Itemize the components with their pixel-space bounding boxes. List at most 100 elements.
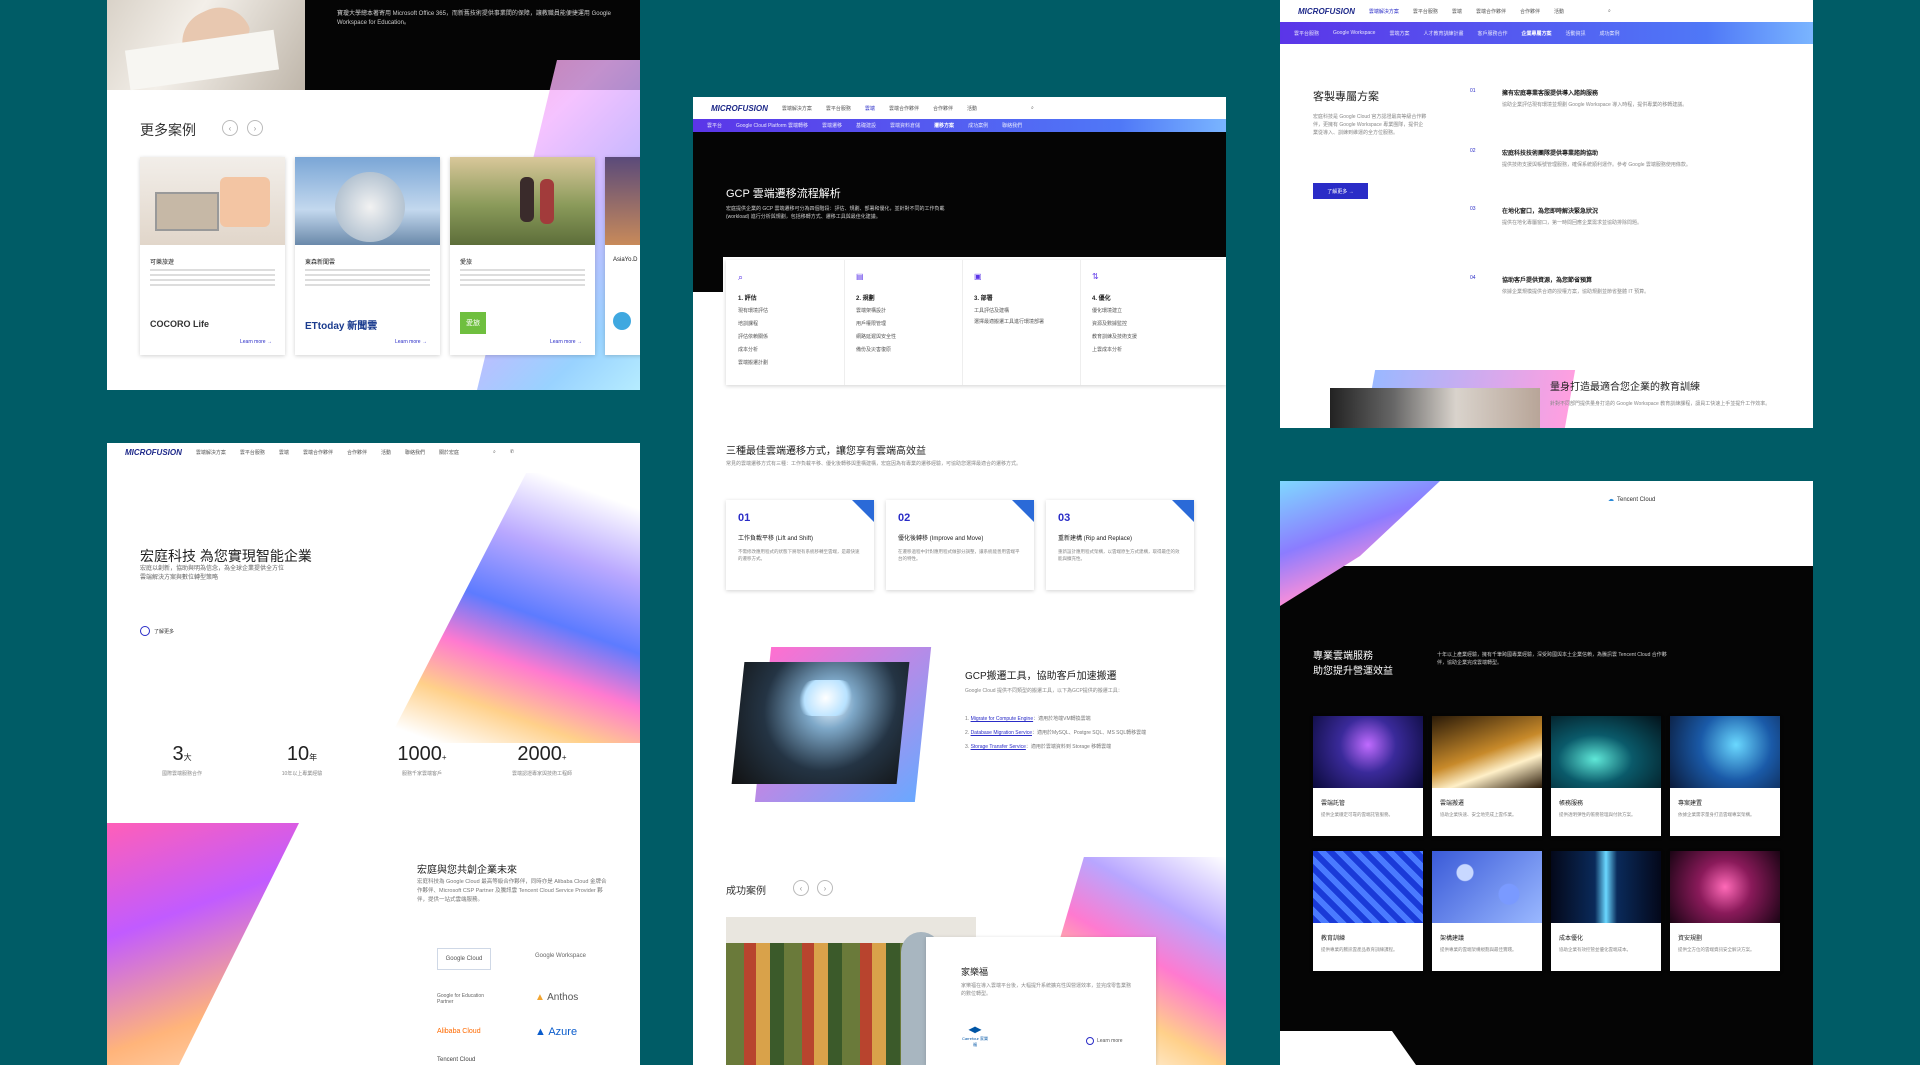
case-card[interactable]: AsiaYo.D	[605, 157, 640, 355]
search-icon[interactable]: ⌕	[493, 449, 496, 455]
subnav-item[interactable]: 雲平台	[707, 122, 722, 129]
service-title: 教育訓練	[1321, 936, 1346, 942]
nav-item[interactable]: 雲平台服務	[240, 449, 265, 456]
subnav-item[interactable]: 雲端方案	[1389, 30, 1409, 37]
step-column: ▤ 2. 規劃 雲端架構設計 用戶權限管理 網路延遲與安全性 備份及災害復原	[844, 260, 963, 385]
method-number: 01	[738, 512, 751, 524]
partner-logo-workspace: Google Workspace	[535, 953, 586, 959]
feature-number: 02	[1470, 148, 1476, 154]
nav-item[interactable]: 雲端	[865, 105, 875, 112]
partner-logo-azure: ▲ Azure	[535, 1026, 578, 1038]
subnav-item[interactable]: 活動資訊	[1566, 30, 1586, 37]
subnav-item[interactable]: 成功案例	[1600, 30, 1620, 37]
method-card[interactable]: 03 重新建構 (Rip and Replace) 重新設計應用程式架構，以雲端…	[1046, 500, 1194, 590]
nav-item[interactable]: 合作夥伴	[347, 449, 367, 456]
tool-link[interactable]: Database Migration Service	[971, 730, 1032, 736]
brand-logo[interactable]: MICROFUSION	[1298, 7, 1355, 16]
tool-link[interactable]: Storage Transfer Service	[971, 744, 1026, 750]
search-icon[interactable]: ⌕	[1031, 105, 1034, 111]
subnav-item[interactable]: 遷移方案	[934, 122, 954, 129]
nav-item[interactable]: 雲端解決方案	[196, 449, 226, 456]
stat-number: 2000	[517, 743, 562, 765]
subnav-item[interactable]: 客戶服務合作	[1477, 30, 1507, 37]
stat-unit: 大	[183, 753, 192, 762]
feature-number: 04	[1470, 275, 1476, 281]
brand-logo[interactable]: MICROFUSION	[711, 104, 768, 113]
learn-more-link[interactable]: Learn more →	[395, 339, 427, 345]
subnav-item[interactable]: 成功案例	[968, 122, 988, 129]
service-image	[1313, 716, 1423, 788]
service-card[interactable]: 成本優化 協助企業有效控管並優化雲端成本。	[1551, 851, 1661, 971]
brand-logo[interactable]: MICROFUSION	[125, 448, 182, 457]
service-card[interactable]: 資安規劃 提供全方位的雲端資訊安全解決方案。	[1670, 851, 1780, 971]
method-card[interactable]: 02 優化後轉移 (Improve and Move) 在遷移過程中針對應用程式…	[886, 500, 1034, 590]
feature-item: 02 宏庭科技技術團隊提供專業諮詢協助 提供技術支援與帳號管理服務，確保系統順利…	[1470, 148, 1790, 169]
service-card[interactable]: 專案建置 依據企業需求量身打造雲端專案架構。	[1670, 716, 1780, 836]
nav-item[interactable]: 雲端合作夥伴	[1476, 8, 1506, 15]
case-card[interactable]: 家樂福 家樂福在導入雲端平台後，大幅提升系統擴充性與營運效率，並完成零售業務的數…	[926, 937, 1156, 1065]
service-card[interactable]: 雲端託管 提供企業穩定可靠的雲端託管服務。	[1313, 716, 1423, 836]
service-title: 帳務服務	[1559, 801, 1584, 807]
learn-more-button[interactable]: 了解更多 →	[1313, 183, 1368, 199]
nav-item[interactable]: 聯絡我們	[405, 449, 425, 456]
deploy-icon: ▣	[974, 272, 982, 281]
nav-item[interactable]: 活動	[381, 449, 391, 456]
nav-item[interactable]: 雲端	[1452, 8, 1462, 15]
sub-nav: 雲平台 Google Cloud Platform 雲端轉移 雲端遷移 基礎建設…	[693, 119, 1226, 132]
learn-more-link[interactable]: Learn more	[1086, 1037, 1123, 1045]
nav-item[interactable]: 雲平台服務	[826, 105, 851, 112]
future-gradient	[107, 823, 299, 1065]
tool-item: 2. Database Migration Service：適用於MySQL、P…	[965, 730, 1147, 736]
top-nav: MICROFUSION 雲端解決方案 雲平台服務 雲端 雲端合作夥伴 合作夥伴 …	[1280, 0, 1813, 22]
nav-item[interactable]: 活動	[1554, 8, 1564, 15]
method-text: 在遷移過程中針對應用程式做部分調整，讓系統能善用雲端平台的特性。	[898, 549, 1020, 561]
next-arrow-button[interactable]: ›	[247, 120, 263, 136]
nav-item[interactable]: 雲平台服務	[1413, 8, 1438, 15]
subnav-item[interactable]: 聯絡我們	[1002, 122, 1022, 129]
phone-icon[interactable]: ✆	[510, 449, 514, 455]
stat: 1000+ 服務千家雲端客戶	[367, 743, 477, 777]
nav-item[interactable]: 雲端	[279, 449, 289, 456]
nav-item[interactable]: 雲端合作夥伴	[303, 449, 333, 456]
case-card[interactable]: 愛旅 愛旅 Learn more →	[450, 157, 595, 355]
nav-item[interactable]: 雲端合作夥伴	[889, 105, 919, 112]
search-icon[interactable]: ⌕	[1608, 8, 1611, 14]
nav-item[interactable]: 雲端解決方案	[1369, 8, 1399, 15]
subnav-item[interactable]: 企業專屬方案	[1522, 30, 1552, 37]
prev-arrow-button[interactable]: ‹	[222, 120, 238, 136]
service-card[interactable]: 帳務服務 提供透明彈性的帳務管理與付款方案。	[1551, 716, 1661, 836]
subnav-item[interactable]: Google Cloud Platform 雲端轉移	[736, 122, 808, 129]
nav-item[interactable]: 合作夥伴	[1520, 8, 1540, 15]
more-cases-title: 更多案例	[140, 122, 196, 138]
subnav-item[interactable]: 人才教育訓練計畫	[1423, 30, 1463, 37]
subnav-item[interactable]: 雲端遷移	[822, 122, 842, 129]
learn-more-link[interactable]: Learn more →	[240, 339, 272, 345]
case-card[interactable]: 東森新聞雲 ETtoday 新聞雲 Learn more →	[295, 157, 440, 355]
case-card[interactable]: 可樂旅遊 COCORO Life Learn more →	[140, 157, 285, 355]
prev-arrow-button[interactable]: ‹	[793, 880, 809, 896]
subnav-item[interactable]: 雲端資料倉儲	[890, 122, 920, 129]
panel-gcp-migration: MICROFUSION 雲端解決方案 雲平台服務 雲端 雲端合作夥伴 合作夥伴 …	[693, 97, 1226, 1065]
learn-more-link[interactable]: Learn more →	[550, 339, 582, 345]
case-title: AsiaYo.D	[613, 257, 638, 263]
next-arrow-button[interactable]: ›	[817, 880, 833, 896]
subnav-item[interactable]: 雲平台服務	[1294, 30, 1319, 37]
sub-nav: 雲平台服務 Google Workspace 雲端方案 人才教育訓練計畫 客戶服…	[1280, 22, 1813, 44]
case-image	[605, 157, 640, 245]
nav-item[interactable]: 關於宏庭	[439, 449, 459, 456]
service-card[interactable]: 教育訓練 提供專業的騰訊雲產品教育訓練課程。	[1313, 851, 1423, 971]
service-image	[1313, 851, 1423, 923]
subnav-item[interactable]: Google Workspace	[1333, 30, 1375, 36]
method-card[interactable]: 01 工作負載平移 (Lift and Shift) 不需修改應用程式的狀態下將…	[726, 500, 874, 590]
nav-item[interactable]: 雲端解決方案	[782, 105, 812, 112]
tool-link[interactable]: Migrate for Compute Engine	[971, 716, 1034, 722]
nav-item[interactable]: 活動	[967, 105, 977, 112]
hero-link[interactable]: 了解更多	[140, 626, 174, 636]
nav-item[interactable]: 合作夥伴	[933, 105, 953, 112]
subnav-item[interactable]: 基礎建設	[856, 122, 876, 129]
service-title: 架構建議	[1440, 936, 1465, 942]
section-title: 專業雲端服務 助您提升營運效益	[1313, 649, 1393, 679]
service-card[interactable]: 雲端搬遷 協助企業快速、安全地完成上雲作業。	[1432, 716, 1542, 836]
service-card[interactable]: 架構建議 提供專業的雲端架構規劃與最佳實踐。	[1432, 851, 1542, 971]
step-item: 成本分析	[738, 347, 759, 353]
